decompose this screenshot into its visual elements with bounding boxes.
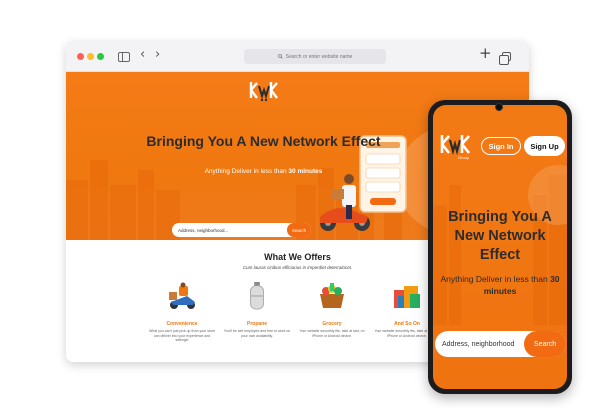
address-search-input[interactable]: Address, neighborhood... <box>178 228 228 233</box>
kwk-logo <box>249 82 278 102</box>
mockup-stage: ‹ › Search or enter website name + Bring… <box>0 0 612 408</box>
logo-subtitle: Group <box>458 155 470 160</box>
offer-card-convenience[interactable]: Convenience What you can't just pick up … <box>142 282 222 343</box>
hero-title: Bringing You A New Network Effect <box>146 133 381 149</box>
offer-card-propane[interactable]: Propane You'll be self employed and free… <box>217 282 297 338</box>
propane-tank-icon <box>250 282 264 310</box>
phone-address-search-box[interactable]: Address, neighborhood Search <box>435 331 566 357</box>
shopping-bags-icon <box>394 286 420 308</box>
hero-subtitle-text: Anything Deliver in less than <box>204 168 289 175</box>
phone-hero-title: Bringing You A New Network Effect <box>448 209 552 263</box>
hero-subtitle-highlight: 30 minutes <box>288 168 323 175</box>
browser-toolbar: ‹ › Search or enter website name + <box>66 41 529 72</box>
offer-description: Your website smoothly fits, fake at last… <box>299 329 365 338</box>
offer-description: You'll be self employed and free to work… <box>223 329 291 338</box>
hero-subtitle: Anything Deliver in less than 30 minutes <box>136 168 391 175</box>
front-camera-icon <box>495 103 503 111</box>
new-tab-icon[interactable]: + <box>479 46 492 61</box>
tabs-overview-icon[interactable] <box>499 52 511 65</box>
phone-hero-subtitle: Anything Deliver in less than 30 minutes <box>437 273 563 297</box>
forward-icon[interactable]: › <box>155 48 160 62</box>
address-bar[interactable]: Search or enter website name <box>244 49 386 64</box>
search-button[interactable]: Search <box>287 223 311 237</box>
back-icon[interactable]: ‹ <box>140 48 145 62</box>
offer-name: Convenience <box>166 321 198 327</box>
sidebar-icon[interactable] <box>118 52 130 62</box>
maximize-dot[interactable] <box>97 53 104 60</box>
phone-hero-subtitle-highlight: 30 <box>550 274 560 284</box>
offer-description: What you can't just pick up from your st… <box>148 329 216 342</box>
address-placeholder: Search or enter website name <box>285 53 353 60</box>
phone-hero-subtitle-unit: minutes <box>483 286 517 296</box>
sign-up-button[interactable]: Sign Up <box>524 136 565 156</box>
phone-search-button[interactable]: Search <box>524 331 566 357</box>
minimize-dot[interactable] <box>87 53 94 60</box>
offer-name: Grocery <box>322 321 342 327</box>
address-search-box[interactable]: Address, neighborhood... Search <box>172 223 311 237</box>
phone-mockup: Group Sign In Sign Up Bringing You A New… <box>428 100 572 394</box>
offer-card-grocery[interactable]: Grocery Your website smoothly fits, fake… <box>292 282 372 338</box>
sign-in-button[interactable]: Sign In <box>481 137 521 155</box>
phone-hero-subtitle-text: Anything Deliver in less than <box>440 274 551 284</box>
delivery-scooter-icon <box>169 282 195 309</box>
phone-screen: Group Sign In Sign Up Bringing You A New… <box>433 105 567 389</box>
close-dot[interactable] <box>77 53 84 60</box>
phone-address-search-input[interactable]: Address, neighborhood <box>442 341 524 348</box>
offer-name: Propane <box>246 321 267 327</box>
search-icon <box>277 54 283 59</box>
grocery-basket-icon <box>320 283 344 308</box>
